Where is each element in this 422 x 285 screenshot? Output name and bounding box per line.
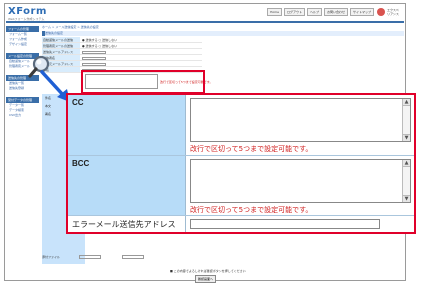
scroll-down-icon[interactable]: ▼: [403, 134, 410, 141]
row-label: 管理者宛メールの送信: [42, 43, 80, 48]
nav-help[interactable]: ヘルプ: [306, 8, 322, 16]
bcc-scrollbar[interactable]: ▲ ▼: [402, 160, 410, 202]
confirm-button[interactable]: 確認画面へ: [195, 275, 217, 283]
scroll-down-icon[interactable]: ▼: [403, 195, 410, 202]
cc-note: 改行で区切って5つまで設定可能です。: [190, 145, 313, 153]
top-nav: Home ログアウト ヘルプ お問い合わせ サイトマップ: [267, 8, 374, 16]
app-logo: XForm: [8, 6, 47, 17]
cc-label: CC: [72, 98, 84, 107]
attachment-button[interactable]: [121, 255, 144, 259]
mini-form-table: 自動返信メールの送信 ● 送信する ○ 送信しない 管理者宛メールの送信 ● 送信す…: [42, 37, 202, 73]
nav-sitemap[interactable]: サイトマップ: [349, 8, 374, 16]
recipient-input[interactable]: [82, 50, 106, 54]
app-header: XForm Webフォーム作成システム Home ログアウト ヘルプ お問い合わ…: [6, 5, 404, 23]
row-label: 自動返信メールの送信: [42, 37, 80, 42]
error-address-label: エラーメール送信先アドレス: [72, 220, 176, 229]
brand-text: エクスペ リアンス: [387, 8, 399, 16]
sidebar-item-recipient-add[interactable]: 送信先登録: [6, 86, 39, 91]
bcc-label: BCC: [72, 159, 90, 168]
sidebar-item-csv[interactable]: CSV出力: [6, 113, 39, 118]
bcc-textarea[interactable]: ▲ ▼: [190, 159, 411, 203]
radio-group[interactable]: ● 送信する ○ 送信しない: [80, 37, 202, 42]
scroll-up-icon[interactable]: ▲: [403, 160, 410, 167]
scroll-up-icon[interactable]: ▲: [403, 99, 410, 106]
highlight-box-small: [81, 70, 205, 94]
attachment-label: 添付ファイル: [42, 255, 61, 259]
zoomed-panel: CC ▲ ▼ 改行で区切って5つまで設定可能です。 BCC ▲ ▼ 改行で区切っ…: [66, 93, 416, 234]
nav-contact[interactable]: お問い合わせ: [323, 8, 348, 16]
error-address-row: エラーメール送信先アドレス: [68, 216, 414, 232]
radio-group[interactable]: ● 送信する ○ 送信しない: [80, 43, 202, 48]
sender-address-input[interactable]: [82, 62, 106, 66]
cc-scrollbar[interactable]: ▲ ▼: [402, 99, 410, 141]
section-bar: [42, 31, 404, 36]
cc-textarea[interactable]: ▲ ▼: [190, 98, 411, 142]
brand-icon: [377, 8, 385, 16]
attachment-row: 添付ファイル: [42, 255, 144, 259]
error-address-input[interactable]: [190, 219, 380, 229]
brand-logo: エクスペ リアンス: [377, 8, 401, 18]
app-logo-subtitle: Webフォーム作成システム: [8, 17, 45, 21]
sidebar-item-design[interactable]: デザイン設定: [6, 42, 39, 47]
breadcrumb: ホーム > メール送信設定 > 送信先の設定: [42, 25, 99, 29]
nav-logout[interactable]: ログアウト: [283, 8, 305, 16]
attachment-input[interactable]: [78, 255, 101, 259]
section-title: 送信先の設定: [45, 31, 64, 35]
bcc-note: 改行で区切って5つまで設定可能です。: [190, 206, 313, 214]
nav-home[interactable]: Home: [267, 8, 282, 16]
row-label: 送信先メールアドレス: [42, 49, 80, 54]
help-text: ■ この内容でよろしければ確認ボタンを押してください: [170, 269, 246, 273]
sender-name-input[interactable]: [82, 56, 106, 60]
bcc-row: BCC ▲ ▼ 改行で区切って5つまで設定可能です。: [68, 156, 414, 216]
cc-row: CC ▲ ▼ 改行で区切って5つまで設定可能です。: [68, 95, 414, 156]
